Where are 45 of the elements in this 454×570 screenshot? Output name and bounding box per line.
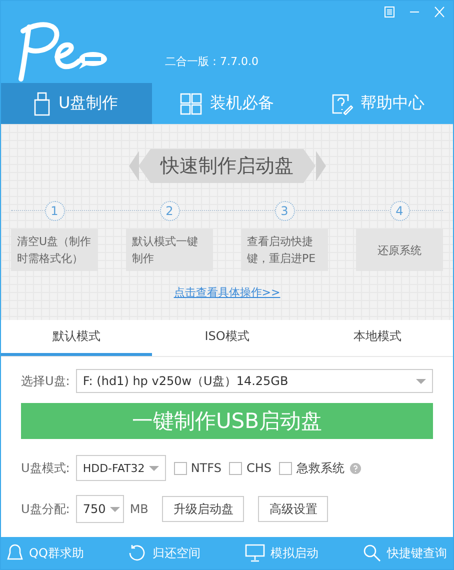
close-icon[interactable]: [434, 6, 445, 18]
chevron-left-icon: [128, 151, 138, 181]
guide-title: 快速制作启动盘: [138, 149, 316, 183]
drive-label: 选择U盘:: [21, 372, 70, 390]
checkbox-label: 急救系统: [296, 460, 344, 476]
footer-link[interactable]: 快捷键查询: [362, 544, 447, 562]
checkbox[interactable]: [279, 462, 292, 474]
monitor-icon: [244, 544, 265, 562]
make-usb-button[interactable]: 一键制作USB启动盘: [21, 403, 433, 439]
menu-icon[interactable]: [384, 6, 395, 18]
unit-label: MB: [130, 502, 148, 516]
version-label: 二合一版：7.7.0.0: [165, 54, 258, 70]
nav-tab[interactable]: 装机必备: [152, 83, 302, 124]
details-link[interactable]: 点击查看具体操作>>: [174, 285, 280, 300]
mode-label: U盘模式:: [21, 460, 70, 476]
checkbox[interactable]: [229, 462, 242, 474]
drive-dropdown[interactable]: F: (hd1) hp v250w（U盘）14.25GB: [76, 369, 433, 393]
chevron-right-icon: [316, 151, 326, 181]
search-icon: [362, 544, 381, 562]
step-card: 默认模式一键制作: [126, 229, 213, 271]
mode-dropdown[interactable]: HDD-FAT32: [76, 455, 166, 481]
help-icon[interactable]: [350, 462, 362, 474]
step-number: 2: [160, 201, 180, 221]
alloc-dropdown[interactable]: 750: [76, 495, 124, 523]
step-number: 1: [44, 201, 64, 221]
checkbox[interactable]: [174, 462, 187, 474]
checkbox-label: NTFS: [190, 461, 222, 475]
nav-tab[interactable]: 帮助中心: [302, 83, 454, 124]
step-number: 4: [390, 201, 410, 221]
refresh-icon: [128, 544, 146, 562]
help-icon: [330, 92, 353, 114]
step-card: 还原系统: [356, 229, 443, 271]
grid-icon: [180, 92, 202, 114]
alloc-label: U盘分配:: [21, 500, 70, 518]
nav-tab[interactable]: U盘制作: [1, 83, 152, 124]
checkbox-label: CHS: [246, 461, 272, 475]
footer-link[interactable]: QQ群求助: [7, 544, 84, 562]
footer-link[interactable]: 归还空间: [128, 544, 200, 562]
step-card: 清空U盘（制作时需格式化）: [11, 229, 98, 271]
footer-link[interactable]: 模拟启动: [244, 544, 319, 562]
usb-drive-icon: [34, 92, 50, 116]
step-card: 查看启动快捷键，重启进PE: [241, 229, 328, 271]
action-button[interactable]: 升级启动盘: [162, 496, 244, 522]
action-button[interactable]: 高级设置: [258, 496, 328, 522]
step-number: 3: [274, 201, 294, 221]
